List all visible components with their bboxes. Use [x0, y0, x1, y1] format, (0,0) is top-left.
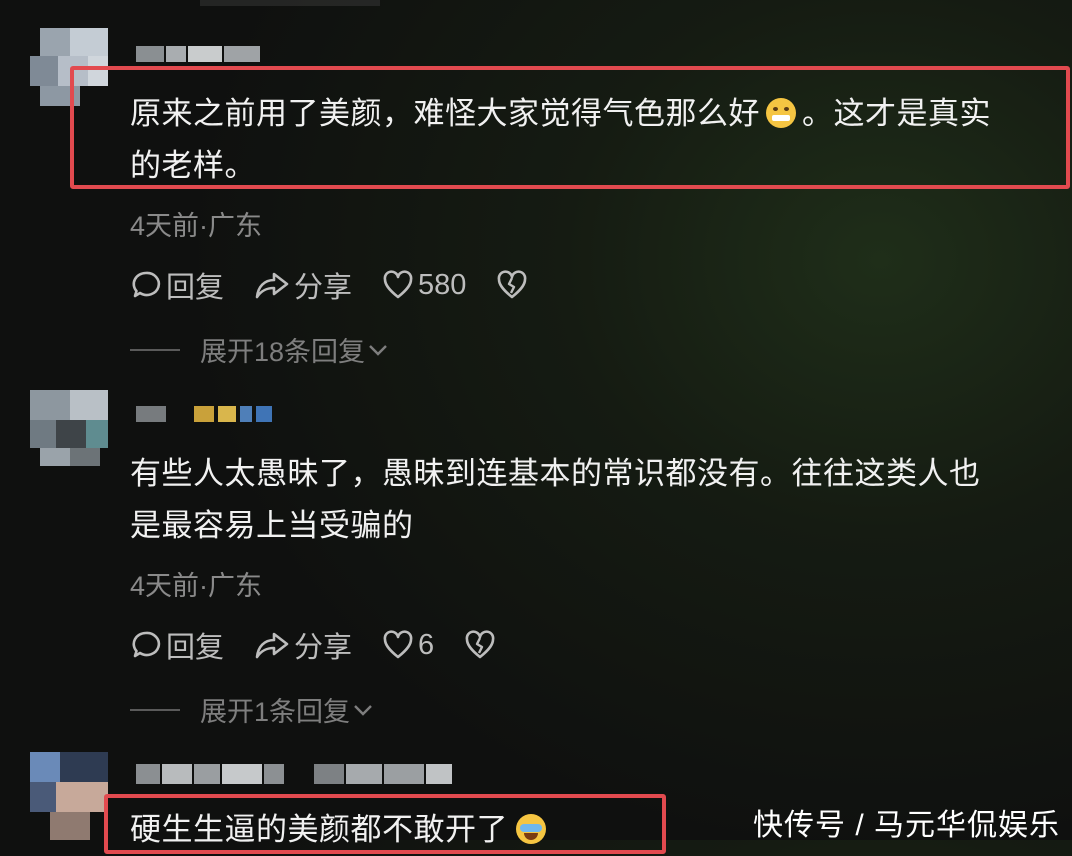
reply-label: 回复: [166, 272, 225, 304]
comment-text: 硬生生逼的美颜都不敢开了: [130, 804, 546, 856]
like-count: 6: [418, 628, 435, 661]
broken-heart-icon: [465, 630, 495, 659]
previous-comment-remnant: [200, 0, 380, 6]
share-arrow-icon: [255, 272, 289, 299]
divider-line: [130, 348, 180, 351]
chevron-down-icon: [369, 344, 387, 356]
avatar[interactable]: [30, 390, 108, 468]
grimace-sweat-emoji: [766, 98, 796, 128]
dislike-button[interactable]: [464, 630, 496, 660]
expand-replies-button[interactable]: 展开1条回复: [130, 690, 374, 729]
username-blurred[interactable]: [136, 46, 260, 62]
comment-text-tail: 。这才是真实: [802, 96, 991, 131]
share-arrow-icon: [255, 632, 289, 659]
share-label: 分享: [294, 632, 353, 664]
comment-bubble-icon: [132, 631, 161, 658]
comment-actions: 回复 分享 580: [130, 264, 558, 306]
comment-text-line2: 是最容易上当受骗的: [130, 508, 414, 543]
broken-heart-icon: [498, 270, 527, 299]
username-blurred[interactable]: [136, 406, 272, 422]
reply-label: 回复: [166, 632, 225, 664]
heart-icon: [383, 630, 413, 659]
expand-replies-label: 展开18条回复: [200, 337, 366, 367]
watermark: 快传号 / 马元华侃娱乐: [752, 809, 1060, 842]
heart-icon: [383, 270, 413, 299]
chevron-down-icon: [354, 704, 372, 716]
username-blurred[interactable]: [136, 764, 452, 784]
comment-text-line1: 有些人太愚昧了，愚昧到连基本的常识都没有。往往这类人也: [130, 456, 981, 491]
dislike-button[interactable]: [496, 270, 528, 300]
like-count: 580: [418, 268, 467, 301]
expand-replies-label: 展开1条回复: [200, 697, 351, 727]
comment-text-line2: 的老样。: [130, 148, 256, 183]
comment-text-line1: 原来之前用了美颜，难怪大家觉得气色那么好: [130, 96, 760, 131]
comment-actions: 回复 分享 6: [130, 624, 526, 666]
reply-button[interactable]: 回复: [130, 624, 224, 666]
divider-line: [130, 708, 180, 711]
comment-bubble-icon: [132, 271, 161, 298]
like-button[interactable]: 580: [382, 269, 466, 302]
comment-meta: 4天前·广东: [130, 211, 263, 241]
comment-text: 原来之前用了美颜，难怪大家觉得气色那么好 。这才是真实 的老样。: [130, 88, 1065, 192]
avatar[interactable]: [30, 752, 108, 840]
share-label: 分享: [294, 272, 353, 304]
comment-text-line1: 硬生生逼的美颜都不敢开了: [130, 812, 508, 847]
comment-meta: 4天前·广东: [130, 571, 263, 601]
like-button[interactable]: 6: [382, 629, 434, 662]
expand-replies-button[interactable]: 展开18条回复: [130, 330, 389, 369]
comment-text: 有些人太愚昧了，愚昧到连基本的常识都没有。往往这类人也 是最容易上当受骗的: [130, 448, 1065, 552]
share-button[interactable]: 分享: [254, 264, 352, 306]
reply-button[interactable]: 回复: [130, 264, 224, 306]
share-button[interactable]: 分享: [254, 624, 352, 666]
